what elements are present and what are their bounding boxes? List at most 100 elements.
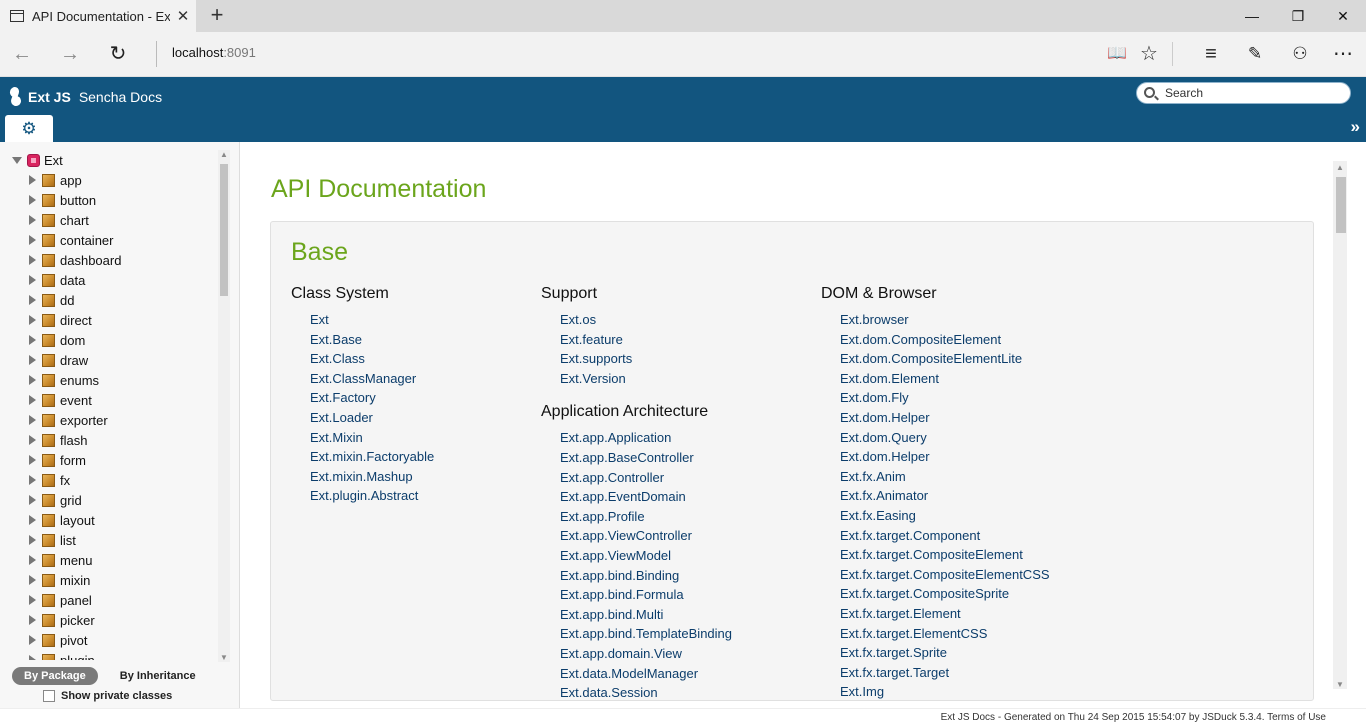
class-link[interactable]: Ext.fx.target.Sprite — [821, 645, 1050, 665]
tree-item-form[interactable]: form — [0, 450, 216, 470]
more-icon[interactable]: ⋯ — [1326, 38, 1360, 70]
by-package-button[interactable]: By Package — [12, 667, 98, 685]
class-link[interactable]: Ext.Base — [291, 332, 434, 352]
tree-item-layout[interactable]: layout — [0, 510, 216, 530]
sencha-logo[interactable]: Ext JS Sencha Docs — [8, 87, 162, 107]
tree-item-pivot[interactable]: pivot — [0, 630, 216, 650]
forward-button[interactable]: → — [53, 38, 87, 70]
tree-item-dd[interactable]: dd — [0, 290, 216, 310]
expand-arrow-icon[interactable] — [29, 635, 36, 645]
address-bar[interactable]: localhost:8091 — [156, 41, 1056, 67]
expand-arrow-icon[interactable] — [29, 415, 36, 425]
scrollbar-thumb[interactable] — [1336, 177, 1346, 233]
expand-arrow-icon[interactable] — [29, 395, 36, 405]
tree-item-draw[interactable]: draw — [0, 350, 216, 370]
tree-item-button[interactable]: button — [0, 190, 216, 210]
tree-item-list[interactable]: list — [0, 530, 216, 550]
expand-arrow-icon[interactable] — [29, 215, 36, 225]
tree-item-app[interactable]: app — [0, 170, 216, 190]
class-link[interactable]: Ext.app.ViewController — [541, 528, 732, 548]
by-inheritance-button[interactable]: By Inheritance — [108, 667, 208, 685]
web-note-icon[interactable]: ✎ — [1238, 38, 1272, 70]
minimize-button[interactable]: — — [1229, 0, 1275, 32]
scrollbar-thumb[interactable] — [220, 164, 228, 296]
class-link[interactable]: Ext.app.EventDomain — [541, 489, 732, 509]
tree-item-enums[interactable]: enums — [0, 370, 216, 390]
class-link[interactable]: Ext.fx.target.CompositeSprite — [821, 586, 1050, 606]
class-link[interactable]: Ext.Factory — [291, 390, 434, 410]
class-link[interactable]: Ext.fx.Animator — [821, 488, 1050, 508]
class-link[interactable]: Ext.Class — [291, 351, 434, 371]
show-private-toggle[interactable]: Show private classes — [43, 690, 172, 702]
class-link[interactable]: Ext.app.bind.Multi — [541, 607, 732, 627]
expand-arrow-icon[interactable] — [29, 575, 36, 585]
restore-button[interactable]: ❐ — [1275, 0, 1321, 32]
class-link[interactable]: Ext.data.Session — [541, 685, 732, 700]
expand-arrow-icon[interactable] — [29, 595, 36, 605]
scroll-down-arrow-icon[interactable]: ▼ — [1336, 680, 1344, 689]
class-link[interactable]: Ext.data.ModelManager — [541, 666, 732, 686]
expand-arrow-icon[interactable] — [29, 175, 36, 185]
scroll-up-arrow-icon[interactable]: ▲ — [1336, 163, 1344, 172]
class-link[interactable]: Ext.app.ViewModel — [541, 548, 732, 568]
settings-tab[interactable]: ⚙ — [5, 115, 53, 142]
reading-view-icon[interactable]: 📖 — [1100, 38, 1134, 70]
tree-item-flash[interactable]: flash — [0, 430, 216, 450]
expand-arrow-icon[interactable] — [29, 495, 36, 505]
class-link[interactable]: Ext.Loader — [291, 410, 434, 430]
class-link[interactable]: Ext.Version — [541, 371, 732, 391]
expand-arrow-icon[interactable] — [29, 375, 36, 385]
class-link[interactable]: Ext.mixin.Factoryable — [291, 449, 434, 469]
class-link[interactable]: Ext.fx.target.CompositeElement — [821, 547, 1050, 567]
expand-arrow-icon[interactable] — [12, 156, 22, 164]
favorite-star-icon[interactable]: ☆ — [1132, 38, 1166, 70]
class-link[interactable]: Ext.fx.target.CompositeElementCSS — [821, 567, 1050, 587]
expand-arrow-icon[interactable] — [29, 515, 36, 525]
class-link[interactable]: Ext.dom.Helper — [821, 449, 1050, 469]
class-link[interactable]: Ext.Img — [821, 684, 1050, 700]
class-link[interactable]: Ext.dom.Fly — [821, 390, 1050, 410]
class-link[interactable]: Ext.Mixin — [291, 430, 434, 450]
expand-arrow-icon[interactable] — [29, 255, 36, 265]
tree-item-event[interactable]: event — [0, 390, 216, 410]
expand-arrow-icon[interactable] — [29, 435, 36, 445]
tree-item-grid[interactable]: grid — [0, 490, 216, 510]
share-icon[interactable]: ⚇ — [1283, 38, 1317, 70]
tree-item-data[interactable]: data — [0, 270, 216, 290]
tree-item-picker[interactable]: picker — [0, 610, 216, 630]
tree-item-container[interactable]: container — [0, 230, 216, 250]
expand-arrow-icon[interactable] — [29, 335, 36, 345]
tree-root[interactable]: Ext — [0, 150, 216, 170]
tree-item-panel[interactable]: panel — [0, 590, 216, 610]
refresh-button[interactable]: ↻ — [101, 38, 135, 70]
class-link[interactable]: Ext.app.Profile — [541, 509, 732, 529]
class-link[interactable]: Ext.app.bind.TemplateBinding — [541, 626, 732, 646]
class-link[interactable]: Ext.fx.Anim — [821, 469, 1050, 489]
expand-arrow-icon[interactable] — [29, 355, 36, 365]
class-link[interactable]: Ext.app.bind.Binding — [541, 568, 732, 588]
class-link[interactable]: Ext.fx.Easing — [821, 508, 1050, 528]
tree-scrollbar[interactable]: ▲ ▼ — [218, 150, 230, 662]
class-link[interactable]: Ext.dom.Element — [821, 371, 1050, 391]
expand-arrow-icon[interactable] — [29, 195, 36, 205]
tree-item-chart[interactable]: chart — [0, 210, 216, 230]
class-link[interactable]: Ext.fx.target.Target — [821, 665, 1050, 685]
tree-item-fx[interactable]: fx — [0, 470, 216, 490]
expand-arrow-icon[interactable] — [29, 235, 36, 245]
class-link[interactable]: Ext.mixin.Mashup — [291, 469, 434, 489]
expand-arrow-icon[interactable] — [29, 455, 36, 465]
tree-item-direct[interactable]: direct — [0, 310, 216, 330]
class-link[interactable]: Ext.app.bind.Formula — [541, 587, 732, 607]
expand-arrow-icon[interactable] — [29, 535, 36, 545]
scroll-down-arrow-icon[interactable]: ▼ — [220, 653, 228, 662]
expand-arrow-icon[interactable] — [29, 475, 36, 485]
expand-arrow-icon[interactable] — [29, 315, 36, 325]
class-link[interactable]: Ext.fx.target.Component — [821, 528, 1050, 548]
tree-item-menu[interactable]: menu — [0, 550, 216, 570]
class-link[interactable]: Ext.ClassManager — [291, 371, 434, 391]
tree-item-exporter[interactable]: exporter — [0, 410, 216, 430]
class-link[interactable]: Ext.fx.target.Element — [821, 606, 1050, 626]
class-link[interactable]: Ext.plugin.Abstract — [291, 488, 434, 508]
class-link[interactable]: Ext.app.domain.View — [541, 646, 732, 666]
class-link[interactable]: Ext.browser — [821, 312, 1050, 332]
